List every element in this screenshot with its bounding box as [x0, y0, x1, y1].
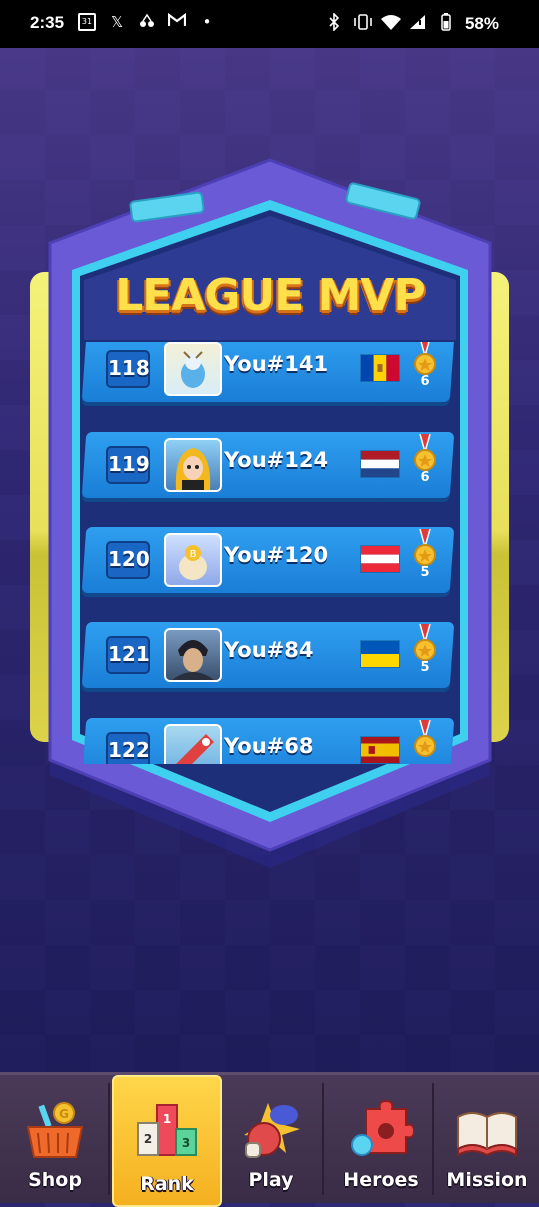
panel-title: LEAGUE MVP	[115, 270, 425, 321]
nav-label: Mission	[446, 1169, 528, 1191]
medal-icon	[414, 720, 436, 757]
player-name: You#120	[224, 543, 329, 567]
medal-icon	[414, 529, 436, 566]
bottom-nav: G Shop 1 2 3 Rank Play Heroes Mission	[0, 1072, 539, 1207]
player-name: You#84	[224, 638, 314, 662]
medal-count: 6	[420, 470, 430, 485]
medal-icon	[414, 624, 436, 661]
nav-label: Play	[248, 1169, 294, 1191]
nav-divider	[108, 1083, 110, 1195]
leaderboard-row[interactable]: 121 You#84 5	[81, 622, 455, 688]
spain-flag-icon	[360, 736, 400, 764]
medal-icon	[414, 342, 436, 375]
player-avatar[interactable]: B	[164, 533, 222, 587]
book-icon	[457, 1112, 517, 1157]
nav-mission[interactable]: Mission	[434, 1079, 539, 1201]
medal-icon	[414, 434, 436, 471]
ukraine-flag-icon	[360, 640, 400, 668]
player-avatar[interactable]	[164, 438, 222, 492]
medal-count: 5	[420, 565, 430, 580]
moldova-flag-icon	[360, 354, 400, 382]
svg-text:G: G	[59, 1107, 69, 1121]
player-avatar[interactable]	[164, 628, 222, 682]
player-name: You#141	[224, 352, 329, 376]
rank-number: 121	[106, 636, 150, 674]
nav-label: Heroes	[343, 1169, 419, 1191]
boxing-glove-icon	[244, 1103, 300, 1158]
svg-text:1: 1	[163, 1112, 171, 1126]
nav-rank[interactable]: 1 2 3 Rank	[112, 1075, 222, 1207]
leaderboard-row[interactable]: 122 You#68	[81, 718, 455, 764]
podium-icon: 1 2 3	[137, 1104, 197, 1156]
rank-number: 120	[106, 541, 150, 579]
medal-count: 6	[420, 374, 430, 389]
medal-count: 5	[420, 660, 430, 675]
player-name: You#124	[224, 448, 329, 472]
nav-heroes[interactable]: Heroes	[328, 1079, 434, 1201]
svg-text:2: 2	[144, 1132, 152, 1146]
leaderboard-list[interactable]: 118 You#141 6 119 You#124 6 120 B You#12…	[76, 342, 462, 764]
nav-play[interactable]: Play	[218, 1079, 324, 1201]
rank-number: 122	[106, 732, 150, 764]
rank-number: 119	[106, 446, 150, 484]
nav-shop[interactable]: G Shop	[2, 1079, 108, 1201]
puzzle-piece-icon	[351, 1099, 414, 1156]
leaderboard-row[interactable]: 119 You#124 6	[81, 432, 455, 498]
nav-label: Shop	[28, 1169, 82, 1191]
austria-flag-icon	[360, 545, 400, 573]
player-avatar[interactable]	[164, 724, 222, 764]
player-name: You#68	[224, 734, 314, 758]
netherlands-flag-icon	[360, 450, 400, 478]
svg-text:B: B	[190, 549, 197, 560]
leaderboard-row[interactable]: 120 B You#120 5	[81, 527, 455, 593]
svg-text:3: 3	[182, 1136, 190, 1150]
shop-basket-icon: G	[26, 1102, 84, 1158]
nav-label: Rank	[140, 1173, 194, 1195]
rank-number: 118	[106, 350, 150, 388]
leaderboard-row[interactable]: 118 You#141 6	[81, 342, 455, 402]
player-avatar[interactable]	[164, 342, 222, 396]
